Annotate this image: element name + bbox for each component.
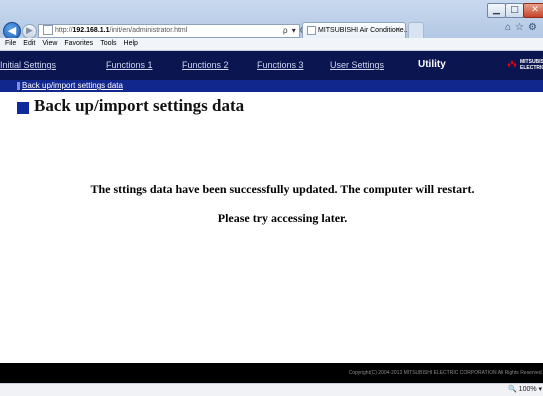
- zoom-level[interactable]: 🔍 100% ▾: [508, 384, 542, 396]
- address-host: 192.168.1.1: [72, 27, 110, 34]
- top-navigation: Initial Settings Functions 1 Functions 2…: [0, 51, 543, 81]
- new-tab-button[interactable]: [408, 22, 424, 38]
- gear-icon[interactable]: ⚙: [528, 22, 541, 33]
- nav-functions-1[interactable]: Functions 1: [106, 60, 153, 70]
- tab-close-icon[interactable]: ✕: [395, 23, 401, 38]
- menu-file[interactable]: File: [5, 40, 16, 47]
- address-bar[interactable]: http://192.168.1.1/init/en/administrator…: [38, 24, 317, 38]
- subnav-marker: [17, 82, 20, 90]
- nav-user-settings[interactable]: User Settings: [330, 60, 384, 70]
- menu-favorites[interactable]: Favorites: [64, 40, 93, 47]
- browser-status-bar: 🔍 100% ▾: [0, 383, 543, 396]
- close-window-button[interactable]: ✕: [523, 3, 543, 18]
- menu-help[interactable]: Help: [124, 40, 138, 47]
- heading-marker: [17, 102, 29, 114]
- page-footer: Copyright(C) 2004-2013 MITSUBISHI ELECTR…: [0, 363, 543, 383]
- maximize-button[interactable]: □: [505, 3, 524, 18]
- address-prefix: http://: [55, 27, 73, 34]
- address-path: /init/en/administrator.html: [109, 27, 188, 34]
- copyright-text: Copyright(C) 2004-2013 MITSUBISHI ELECTR…: [348, 370, 543, 376]
- mitsubishi-diamonds-icon: [507, 60, 517, 68]
- browser-toolbar-icons: ⌂☆⚙: [505, 22, 541, 33]
- star-icon[interactable]: ☆: [515, 22, 528, 33]
- page-title: Back up/import settings data: [34, 96, 245, 115]
- logo-text: MITSUBISHI ELECTRIC: [520, 59, 543, 71]
- status-message-line1: The sttings data have been successfully …: [90, 182, 475, 196]
- nav-utility[interactable]: Utility: [418, 59, 446, 70]
- menu-edit[interactable]: Edit: [23, 40, 35, 47]
- browser-tab[interactable]: MITSUBISHI Air Conditione... ✕: [302, 22, 409, 38]
- minimize-button[interactable]: ▁: [487, 3, 506, 18]
- zoom-value: 100%: [518, 386, 537, 393]
- menu-tools[interactable]: Tools: [100, 40, 116, 47]
- tab-page-icon: [307, 25, 316, 35]
- status-message-line2: Please try accessing later.: [217, 211, 348, 225]
- menu-bar: File Edit View Favorites Tools Help: [0, 38, 543, 51]
- page-icon: [43, 25, 53, 36]
- nav-functions-2[interactable]: Functions 2: [182, 60, 229, 70]
- mitsubishi-logo: MITSUBISHI ELECTRIC: [506, 58, 543, 72]
- subnav-backup-import-link[interactable]: Back up/import settings data: [22, 80, 123, 92]
- browser-titlebar: ▁ □ ✕ ◀ ▶ http://192.168.1.1/init/en/adm…: [0, 0, 543, 40]
- nav-functions-3[interactable]: Functions 3: [257, 60, 304, 70]
- nav-initial-settings[interactable]: Initial Settings: [0, 60, 56, 70]
- sub-navigation: Back up/import settings data: [0, 80, 543, 92]
- menu-view[interactable]: View: [42, 40, 57, 47]
- forward-button[interactable]: ▶: [22, 24, 37, 39]
- home-icon[interactable]: ⌂: [505, 22, 515, 33]
